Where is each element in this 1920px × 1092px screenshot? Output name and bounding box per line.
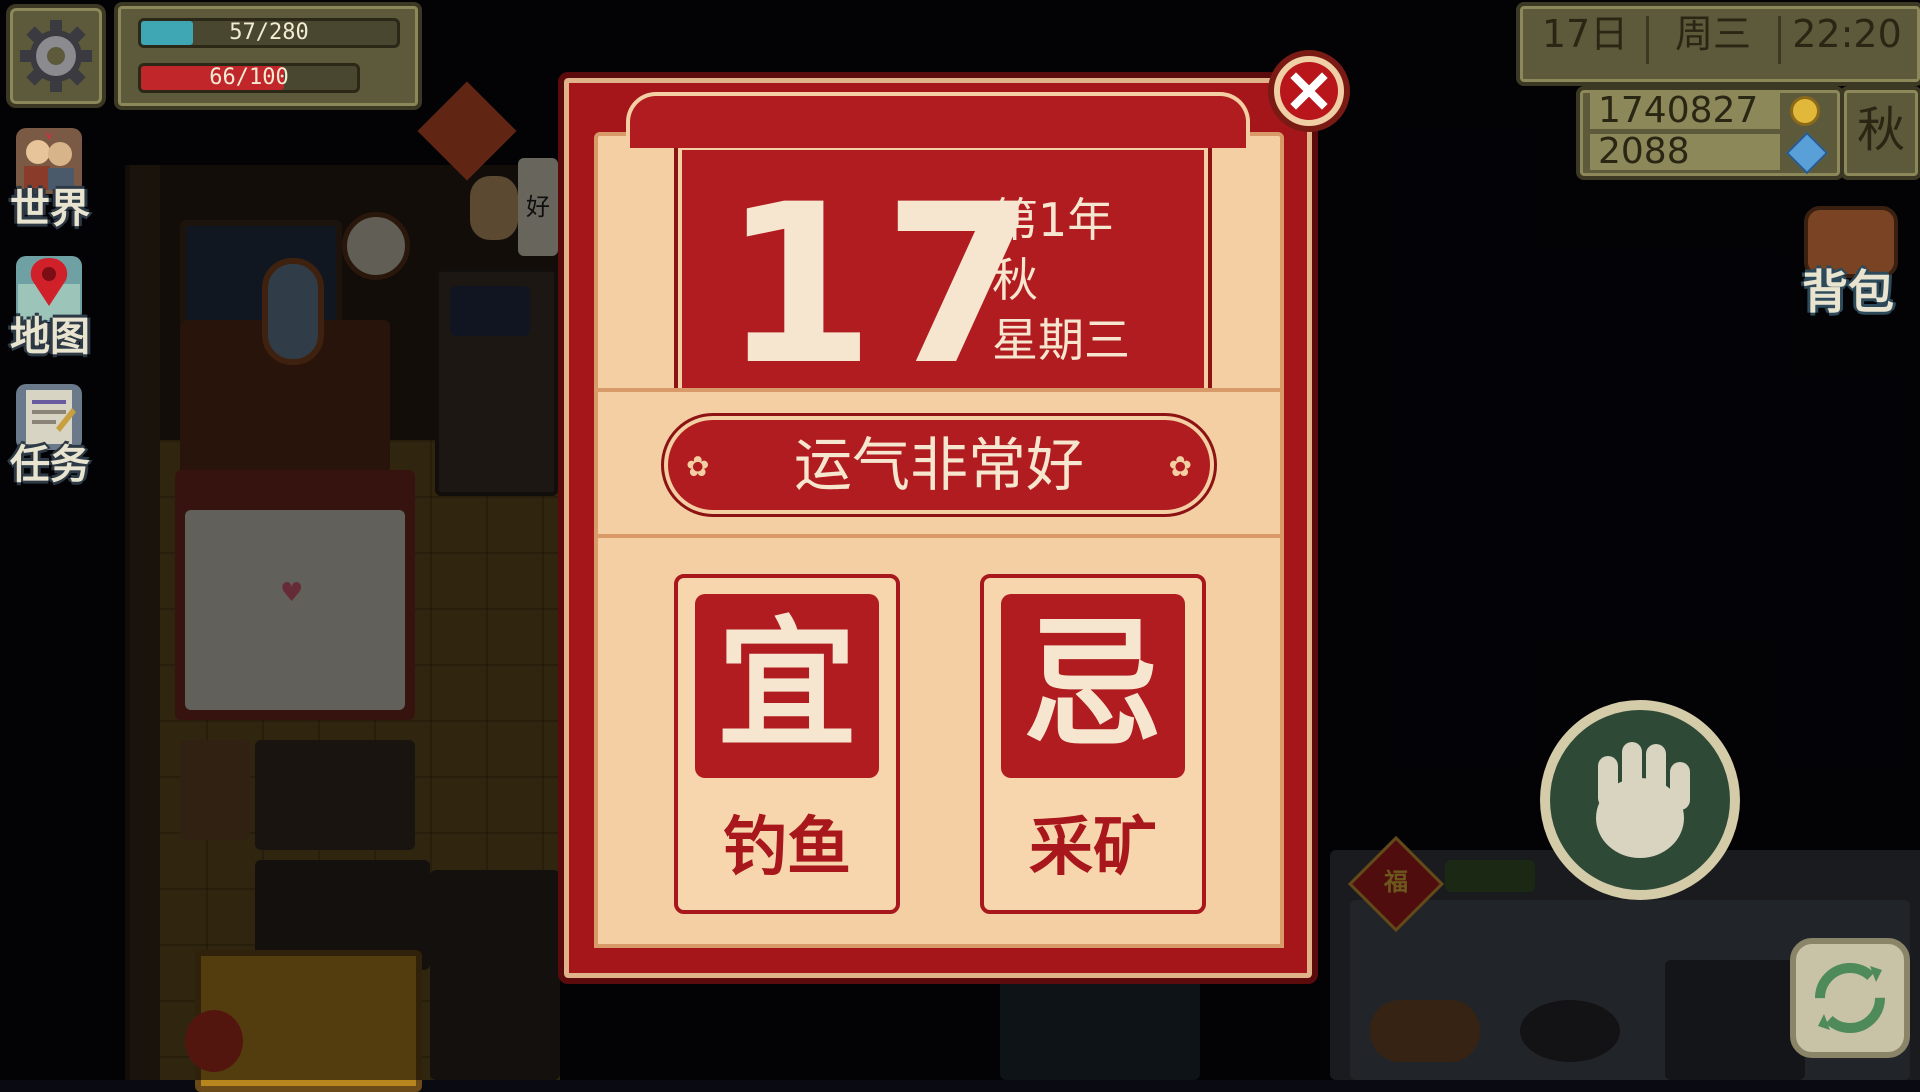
sidebar-item-label: 任务 [10, 442, 90, 488]
close-button[interactable] [1268, 50, 1350, 132]
hand-icon [1596, 742, 1690, 858]
year-text: 第1年 [992, 193, 1114, 247]
advice-section: 宜 钓鱼 忌 采矿 [594, 534, 1284, 948]
bad-card: 忌 采矿 [980, 574, 1206, 914]
almanac-dialog: 17 第1年 秋 星期三 运气非常好 ✿ ✿ 宜 钓鱼 忌 采矿 [558, 72, 1318, 984]
health-bar: 66/100 [138, 63, 360, 93]
energy-text: 57/280 [229, 20, 309, 45]
date-day: 17日 [1541, 12, 1629, 56]
sidebar-item-label: 世界 [10, 186, 90, 232]
luck-section: 运气非常好 ✿ ✿ [594, 388, 1284, 538]
luck-banner: 运气非常好 ✿ ✿ [661, 413, 1217, 517]
swirl-right-icon: ✿ [1168, 450, 1192, 483]
day-number: 17 [722, 157, 1045, 413]
bad-symbol-box: 忌 [1001, 594, 1185, 778]
settings-button[interactable] [6, 4, 106, 108]
energy-bar: 57/280 [138, 18, 400, 48]
date-weekday: 周三 [1674, 12, 1751, 56]
season-badge: 秋 [1840, 86, 1920, 180]
close-x-icon [1280, 62, 1338, 120]
sidebar-item-quest[interactable]: 任务 [2, 382, 98, 490]
datetime-panel: 17日 周三 22:20 [1516, 2, 1920, 86]
sidebar-item-label: 地图 [10, 314, 90, 360]
good-symbol-box: 宜 [695, 594, 879, 778]
interact-button[interactable] [1540, 700, 1740, 900]
sidebar-item-world[interactable]: 世界 [2, 126, 98, 234]
currency-panel: 1740827 2088 [1576, 86, 1844, 180]
health-text: 66/100 [209, 65, 289, 90]
blue-gem-icon [1785, 131, 1829, 175]
date-red-panel: 17 第1年 秋 星期三 [674, 142, 1212, 426]
swirl-left-icon: ✿ [686, 450, 710, 483]
arch-ornament [626, 92, 1250, 148]
luck-text: 运气非常好 [793, 431, 1084, 499]
good-activity: 钓鱼 [723, 811, 851, 885]
cycle-button[interactable] [1790, 938, 1910, 1058]
divider [1646, 16, 1649, 64]
gold-amount: 1740827 [1590, 93, 1780, 129]
gear-icon [20, 20, 92, 92]
divider [1778, 16, 1781, 64]
backpack-label: 背包 [1802, 265, 1894, 319]
bad-symbol: 忌 [1022, 604, 1163, 767]
season-text: 秋 [992, 253, 1038, 307]
refresh-icon [1815, 963, 1885, 1033]
sidebar-item-map[interactable]: 地图 [2, 254, 98, 362]
status-panel: 57/280 66/100 [114, 2, 422, 110]
backpack-button[interactable]: 背包 [1784, 200, 1912, 320]
weekday-text: 星期三 [992, 313, 1130, 367]
gem-amount: 2088 [1590, 134, 1780, 170]
clock-time: 22:20 [1792, 12, 1902, 56]
bad-activity: 采矿 [1029, 811, 1157, 885]
good-symbol: 宜 [716, 604, 857, 767]
good-card: 宜 钓鱼 [674, 574, 900, 914]
gold-coin-icon [1790, 96, 1820, 126]
